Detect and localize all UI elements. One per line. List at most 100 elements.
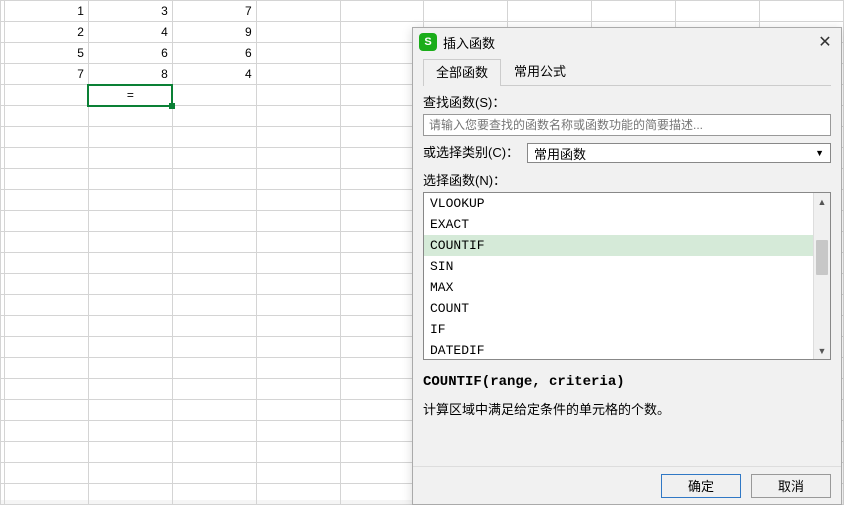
cell[interactable] — [256, 232, 340, 253]
cell[interactable] — [5, 295, 89, 316]
cell[interactable] — [256, 442, 340, 463]
cell[interactable] — [172, 211, 256, 232]
cell[interactable] — [88, 274, 172, 295]
cell[interactable] — [88, 295, 172, 316]
cell[interactable] — [5, 232, 89, 253]
cell[interactable] — [172, 169, 256, 190]
cell[interactable] — [88, 463, 172, 484]
cell[interactable] — [5, 85, 89, 106]
active-cell[interactable]: = — [88, 85, 172, 106]
cell[interactable] — [88, 358, 172, 379]
cell[interactable] — [256, 400, 340, 421]
cell[interactable] — [172, 463, 256, 484]
cell[interactable] — [256, 316, 340, 337]
cell[interactable] — [88, 169, 172, 190]
cell[interactable] — [88, 316, 172, 337]
function-item[interactable]: SIN — [424, 256, 813, 277]
cell[interactable] — [88, 442, 172, 463]
cell[interactable]: 2 — [5, 22, 89, 43]
cell[interactable] — [172, 253, 256, 274]
cell[interactable] — [88, 232, 172, 253]
cell[interactable] — [5, 127, 89, 148]
function-item[interactable]: IF — [424, 319, 813, 340]
cell[interactable] — [256, 127, 340, 148]
function-item[interactable]: COUNTIF — [424, 235, 813, 256]
cell[interactable] — [508, 1, 592, 22]
function-item[interactable]: MAX — [424, 277, 813, 298]
cell[interactable] — [256, 1, 340, 22]
cell[interactable] — [172, 358, 256, 379]
cell[interactable] — [172, 190, 256, 211]
cell[interactable] — [340, 1, 424, 22]
cell[interactable] — [256, 274, 340, 295]
cell[interactable]: 1 — [5, 1, 89, 22]
scroll-track[interactable] — [814, 210, 830, 342]
function-item[interactable]: VLOOKUP — [424, 193, 813, 214]
cell[interactable] — [256, 421, 340, 442]
cell[interactable]: 4 — [172, 64, 256, 85]
scroll-thumb[interactable] — [816, 240, 828, 275]
cell[interactable] — [592, 1, 676, 22]
cell[interactable] — [172, 421, 256, 442]
cell[interactable] — [256, 190, 340, 211]
cell[interactable] — [172, 295, 256, 316]
cell[interactable]: 4 — [88, 22, 172, 43]
scrollbar[interactable]: ▲ ▼ — [813, 193, 830, 359]
cell[interactable] — [256, 64, 340, 85]
cell[interactable] — [172, 106, 256, 127]
cell[interactable] — [172, 274, 256, 295]
cell[interactable] — [256, 358, 340, 379]
cell[interactable] — [88, 148, 172, 169]
cell[interactable] — [5, 211, 89, 232]
scroll-up-icon[interactable]: ▲ — [814, 193, 830, 210]
cell[interactable] — [256, 211, 340, 232]
cell[interactable] — [256, 148, 340, 169]
cell[interactable] — [88, 337, 172, 358]
cell[interactable] — [256, 169, 340, 190]
cell[interactable] — [172, 316, 256, 337]
cell[interactable]: 7 — [5, 64, 89, 85]
cell[interactable] — [5, 316, 89, 337]
cell[interactable] — [5, 463, 89, 484]
cell[interactable] — [88, 421, 172, 442]
tab-common-formulas[interactable]: 常用公式 — [501, 58, 579, 85]
function-item[interactable]: EXACT — [424, 214, 813, 235]
cell[interactable] — [760, 1, 844, 22]
cell[interactable] — [88, 253, 172, 274]
cell[interactable]: 5 — [5, 43, 89, 64]
cell[interactable]: 7 — [172, 1, 256, 22]
cell[interactable] — [5, 274, 89, 295]
cell[interactable] — [5, 253, 89, 274]
cell[interactable] — [172, 400, 256, 421]
cancel-button[interactable]: 取消 — [751, 474, 831, 498]
cell[interactable] — [5, 421, 89, 442]
cell[interactable]: 6 — [88, 43, 172, 64]
cell[interactable] — [172, 127, 256, 148]
cell[interactable] — [5, 148, 89, 169]
cell[interactable] — [172, 484, 256, 505]
cell[interactable] — [256, 106, 340, 127]
cell[interactable] — [256, 484, 340, 505]
cell[interactable] — [676, 1, 760, 22]
cell[interactable] — [256, 85, 340, 106]
tab-all-functions[interactable]: 全部函数 — [423, 59, 501, 86]
cell[interactable] — [256, 379, 340, 400]
cell[interactable] — [172, 148, 256, 169]
cell[interactable] — [88, 127, 172, 148]
cell[interactable] — [256, 22, 340, 43]
close-icon[interactable]: ✕ — [815, 32, 835, 52]
cell[interactable] — [172, 379, 256, 400]
ok-button[interactable]: 确定 — [661, 474, 741, 498]
cell[interactable] — [256, 253, 340, 274]
cell[interactable] — [172, 442, 256, 463]
cell[interactable] — [256, 463, 340, 484]
cell[interactable] — [5, 169, 89, 190]
cell[interactable]: 6 — [172, 43, 256, 64]
function-item[interactable]: DATEDIF — [424, 340, 813, 359]
scroll-down-icon[interactable]: ▼ — [814, 342, 830, 359]
cell[interactable] — [5, 400, 89, 421]
cell[interactable] — [5, 442, 89, 463]
cell[interactable] — [172, 85, 256, 106]
cell[interactable] — [5, 484, 89, 505]
cell[interactable]: 3 — [88, 1, 172, 22]
